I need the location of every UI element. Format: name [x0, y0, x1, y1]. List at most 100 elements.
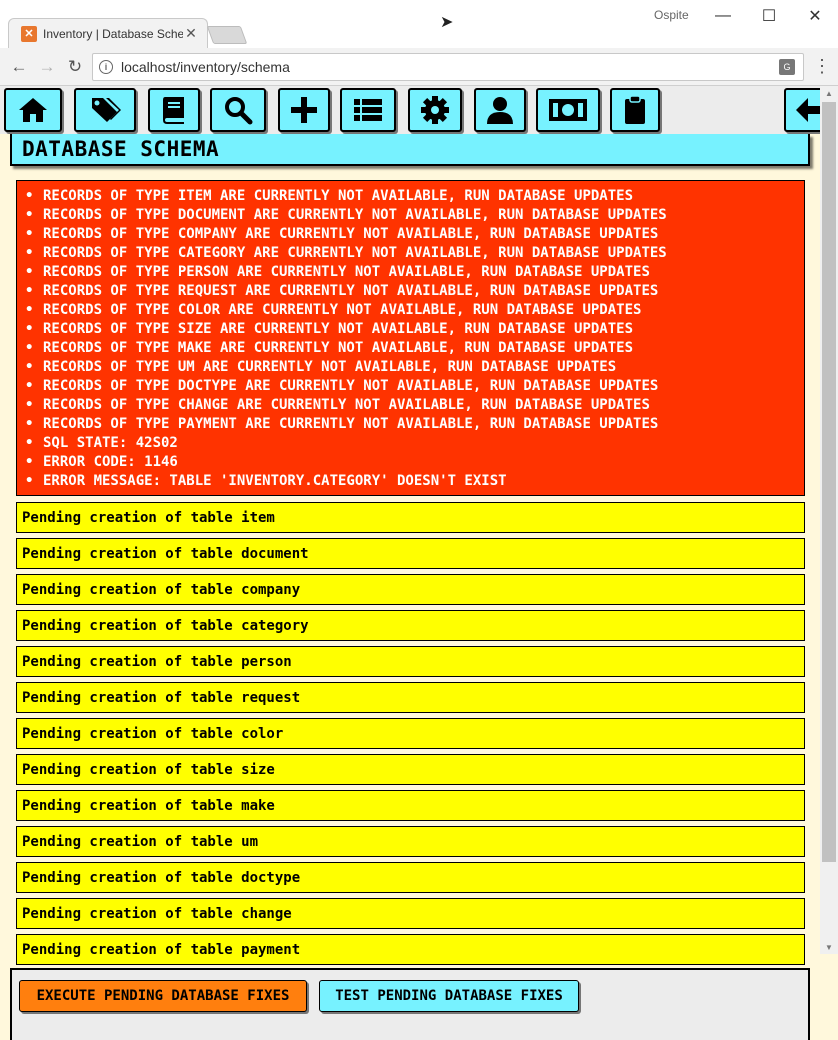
pending-row: Pending creation of table make	[16, 790, 805, 821]
back-button[interactable]: ←	[8, 56, 30, 78]
pending-row: Pending creation of table size	[16, 754, 805, 785]
list-button[interactable]	[340, 88, 396, 132]
bullet-icon: •	[25, 397, 34, 413]
pending-row: Pending creation of table change	[16, 898, 805, 929]
app-viewport: DATABASE SCHEMA • RECORDS OF TYPE ITEM AR…	[0, 86, 838, 1040]
user-button[interactable]	[474, 88, 526, 132]
book-button[interactable]	[148, 88, 200, 132]
pending-text: Pending creation of table document	[22, 545, 309, 562]
error-line: • RECORDS OF TYPE PERSON ARE CURRENTLY NO…	[25, 263, 804, 282]
pending-row: Pending creation of table item	[16, 502, 805, 533]
pending-row: Pending creation of table document	[16, 538, 805, 569]
error-text: RECORDS OF TYPE PAYMENT ARE CURRENTLY NO…	[43, 416, 659, 432]
pending-text: Pending creation of table payment	[22, 941, 301, 958]
main-toolbar	[0, 86, 838, 134]
home-icon	[19, 98, 47, 122]
error-text: ERROR MESSAGE: TABLE 'INVENTORY.CATEGORY…	[43, 473, 507, 489]
bullet-icon: •	[25, 245, 34, 261]
scroll-down-icon[interactable]: ▼	[820, 940, 838, 954]
search-button[interactable]	[210, 88, 266, 132]
money-icon	[549, 99, 587, 121]
profile-name[interactable]: Ospite	[654, 8, 689, 22]
error-line: • RECORDS OF TYPE REQUEST ARE CURRENTLY N…	[25, 282, 804, 301]
maximize-button[interactable]: ☐	[746, 4, 792, 28]
error-text: ERROR CODE: 1146	[43, 454, 178, 470]
pending-row: Pending creation of table person	[16, 646, 805, 677]
url-field[interactable]: i localhost/inventory/schema G	[92, 53, 804, 81]
bullet-icon: •	[25, 435, 34, 451]
bullet-icon: •	[25, 188, 34, 204]
pending-row: Pending creation of table company	[16, 574, 805, 605]
error-line: • RECORDS OF TYPE DOCTYPE ARE CURRENTLY N…	[25, 377, 804, 396]
gear-icon	[421, 96, 449, 124]
error-text: RECORDS OF TYPE CHANGE ARE CURRENTLY NOT…	[43, 397, 650, 413]
home-button[interactable]	[4, 88, 62, 132]
bullet-icon: •	[25, 283, 34, 299]
error-line: • ERROR CODE: 1146	[25, 453, 804, 472]
error-text: RECORDS OF TYPE DOCUMENT ARE CURRENTLY N…	[43, 207, 667, 223]
list-icon	[354, 99, 382, 121]
book-icon	[163, 97, 184, 124]
pending-row: Pending creation of table category	[16, 610, 805, 641]
pending-text: Pending creation of table company	[22, 581, 301, 598]
browser-titlebar: ✕ Inventory | Database Schema ✕ ➤ Ospite…	[0, 0, 838, 48]
tags-icon	[92, 98, 121, 122]
plus-icon	[291, 97, 317, 123]
clipboard-button[interactable]	[610, 88, 660, 132]
error-line: • RECORDS OF TYPE CHANGE ARE CURRENTLY NO…	[25, 396, 804, 415]
pending-text: Pending creation of table make	[22, 797, 275, 814]
user-icon	[487, 97, 513, 124]
tags-button[interactable]	[74, 88, 136, 132]
bullet-icon: •	[25, 473, 34, 489]
search-icon	[225, 97, 253, 125]
error-text: RECORDS OF TYPE CATEGORY ARE CURRENTLY N…	[43, 245, 667, 261]
browser-tab[interactable]: ✕ Inventory | Database Schema ✕	[8, 18, 208, 48]
minimize-button[interactable]: —	[700, 4, 746, 28]
settings-button[interactable]	[408, 88, 462, 132]
bullet-icon: •	[25, 359, 34, 375]
page-header: DATABASE SCHEMA	[10, 134, 810, 166]
close-window-button[interactable]: ✕	[792, 4, 838, 28]
tab-close-icon[interactable]: ✕	[183, 25, 199, 42]
pending-row: Pending creation of table color	[16, 718, 805, 749]
error-text: RECORDS OF TYPE DOCTYPE ARE CURRENTLY NO…	[43, 378, 659, 394]
error-line: • RECORDS OF TYPE COMPANY ARE CURRENTLY N…	[25, 225, 804, 244]
page-title: DATABASE SCHEMA	[22, 137, 220, 161]
bullet-icon: •	[25, 378, 34, 394]
translate-icon[interactable]: G	[779, 59, 795, 75]
bullet-icon: •	[25, 264, 34, 280]
test-fixes-button[interactable]: TEST PENDING DATABASE FIXES	[319, 980, 579, 1012]
url-text[interactable]: localhost/inventory/schema	[121, 59, 779, 75]
scroll-thumb[interactable]	[822, 102, 836, 862]
clipboard-icon	[625, 95, 645, 124]
mouse-cursor-icon: ➤	[440, 14, 454, 31]
error-line: • SQL STATE: 42S02	[25, 434, 804, 453]
error-line: • RECORDS OF TYPE MAKE ARE CURRENTLY NOT …	[25, 339, 804, 358]
bullet-icon: •	[25, 302, 34, 318]
pending-row: Pending creation of table request	[16, 682, 805, 713]
pending-text: Pending creation of table color	[22, 725, 284, 742]
tab-title: Inventory | Database Schema	[43, 26, 183, 41]
pending-text: Pending creation of table request	[22, 689, 301, 706]
bullet-icon: •	[25, 340, 34, 356]
bullet-icon: •	[25, 454, 34, 470]
forward-button[interactable]: →	[36, 56, 58, 78]
pending-text: Pending creation of table um	[22, 833, 259, 850]
error-text: RECORDS OF TYPE SIZE ARE CURRENTLY NOT A…	[43, 321, 634, 337]
info-icon[interactable]: i	[99, 60, 113, 74]
new-tab-button[interactable]	[206, 26, 248, 44]
error-line: • RECORDS OF TYPE ITEM ARE CURRENTLY NOT …	[25, 187, 804, 206]
error-line: • ERROR MESSAGE: TABLE 'INVENTORY.CATEGOR…	[25, 472, 804, 491]
scroll-up-icon[interactable]: ▲	[820, 86, 838, 100]
page-scrollbar[interactable]: ▲ ▼	[820, 86, 838, 954]
reload-button[interactable]: ↻	[64, 56, 86, 78]
add-button[interactable]	[278, 88, 330, 132]
error-text: RECORDS OF TYPE PERSON ARE CURRENTLY NOT…	[43, 264, 650, 280]
action-footer: EXECUTE PENDING DATABASE FIXES TEST PEND…	[10, 968, 810, 1040]
browser-menu-icon[interactable]: ⋮	[812, 56, 832, 77]
money-button[interactable]	[536, 88, 600, 132]
error-line: • RECORDS OF TYPE DOCUMENT ARE CURRENTLY …	[25, 206, 804, 225]
error-text: RECORDS OF TYPE COMPANY ARE CURRENTLY NO…	[43, 226, 659, 242]
execute-fixes-button[interactable]: EXECUTE PENDING DATABASE FIXES	[19, 980, 307, 1012]
error-line: • RECORDS OF TYPE SIZE ARE CURRENTLY NOT …	[25, 320, 804, 339]
